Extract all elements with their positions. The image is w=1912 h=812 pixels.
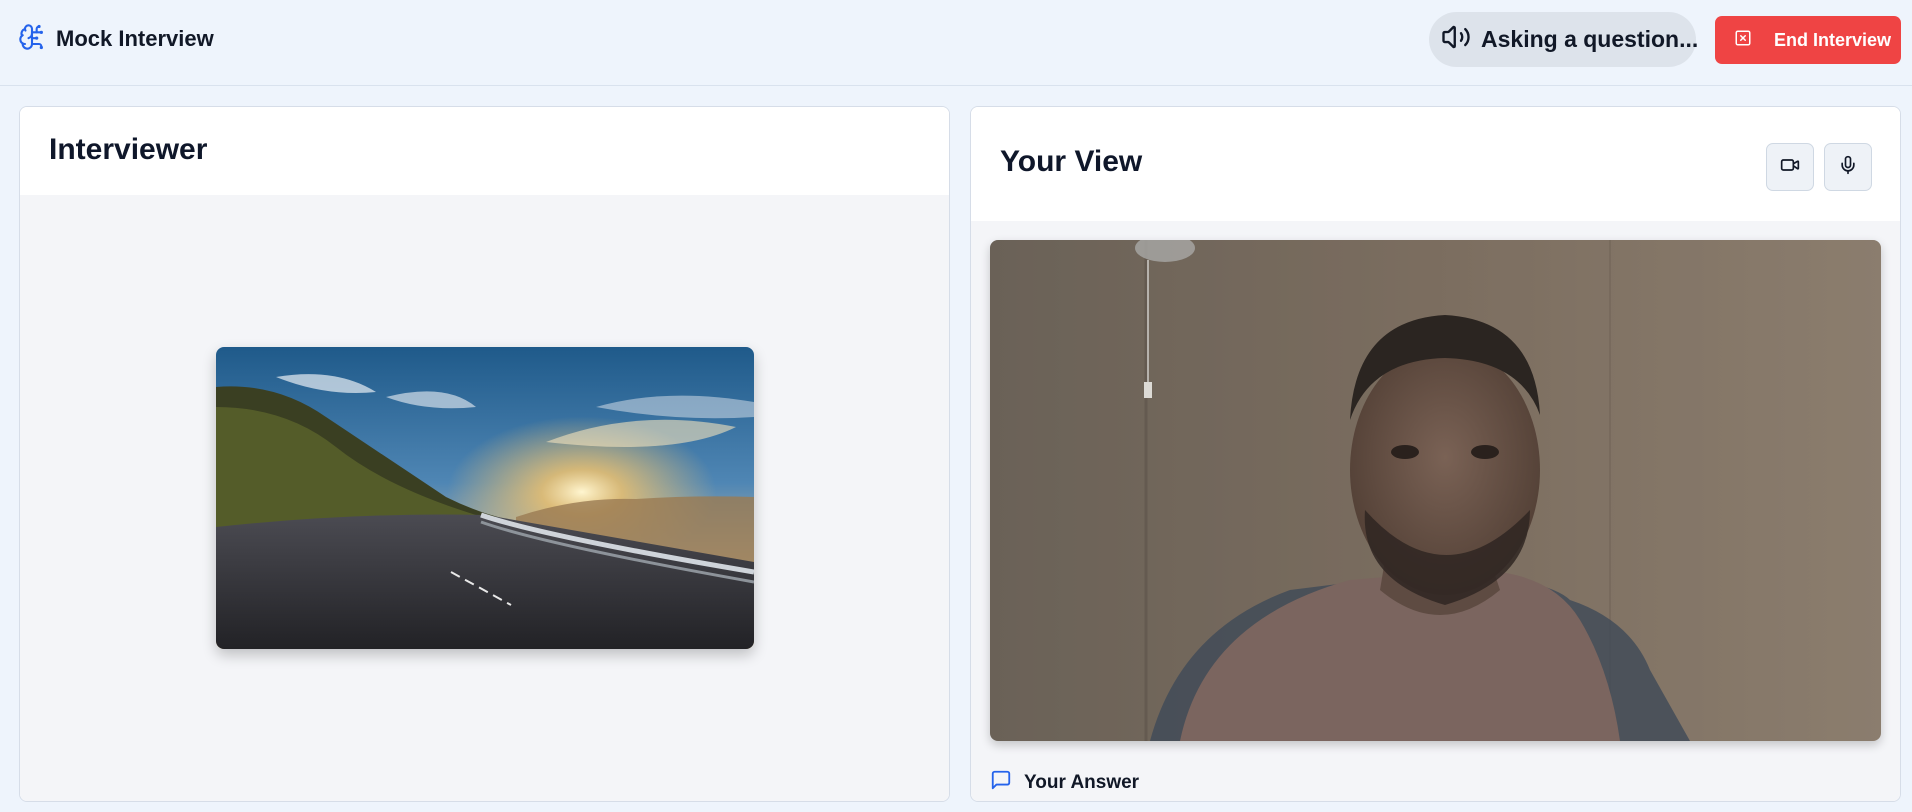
video-camera-icon: [1780, 155, 1800, 180]
your-view-panel: Your View Your Answer: [970, 106, 1901, 802]
end-interview-button[interactable]: End Interview: [1715, 16, 1901, 64]
microphone-icon: [1838, 155, 1858, 180]
chat-bubble-icon: [990, 769, 1012, 796]
interviewer-panel-header: Interviewer: [20, 107, 949, 195]
interviewer-panel-body: [20, 195, 949, 801]
x-square-icon: [1734, 29, 1752, 52]
app-title: Mock Interview: [56, 26, 214, 51]
status-text: Asking a question...: [1481, 26, 1699, 52]
webcam-feed: [990, 240, 1881, 741]
your-answer-label: Your Answer: [1024, 771, 1140, 793]
interviewer-panel: Interviewer: [19, 106, 950, 802]
brain-icon: [18, 23, 46, 56]
your-view-title: Your View: [1000, 145, 1143, 178]
top-header: Mock Interview Asking a question... End …: [0, 0, 1912, 86]
status-indicator: Asking a question...: [1429, 12, 1699, 67]
speaker-icon: [1441, 22, 1471, 57]
your-answer-section: Your Answer: [990, 769, 1139, 796]
interviewer-image: [216, 347, 754, 649]
brand: Mock Interview: [18, 23, 214, 56]
interviewer-title: Interviewer: [49, 133, 208, 166]
your-view-header: Your View: [971, 107, 1900, 221]
your-view-body: Your Answer: [971, 221, 1900, 801]
camera-toggle-button[interactable]: [1766, 143, 1814, 191]
microphone-toggle-button[interactable]: [1824, 143, 1872, 191]
end-interview-label: End Interview: [1774, 29, 1892, 50]
